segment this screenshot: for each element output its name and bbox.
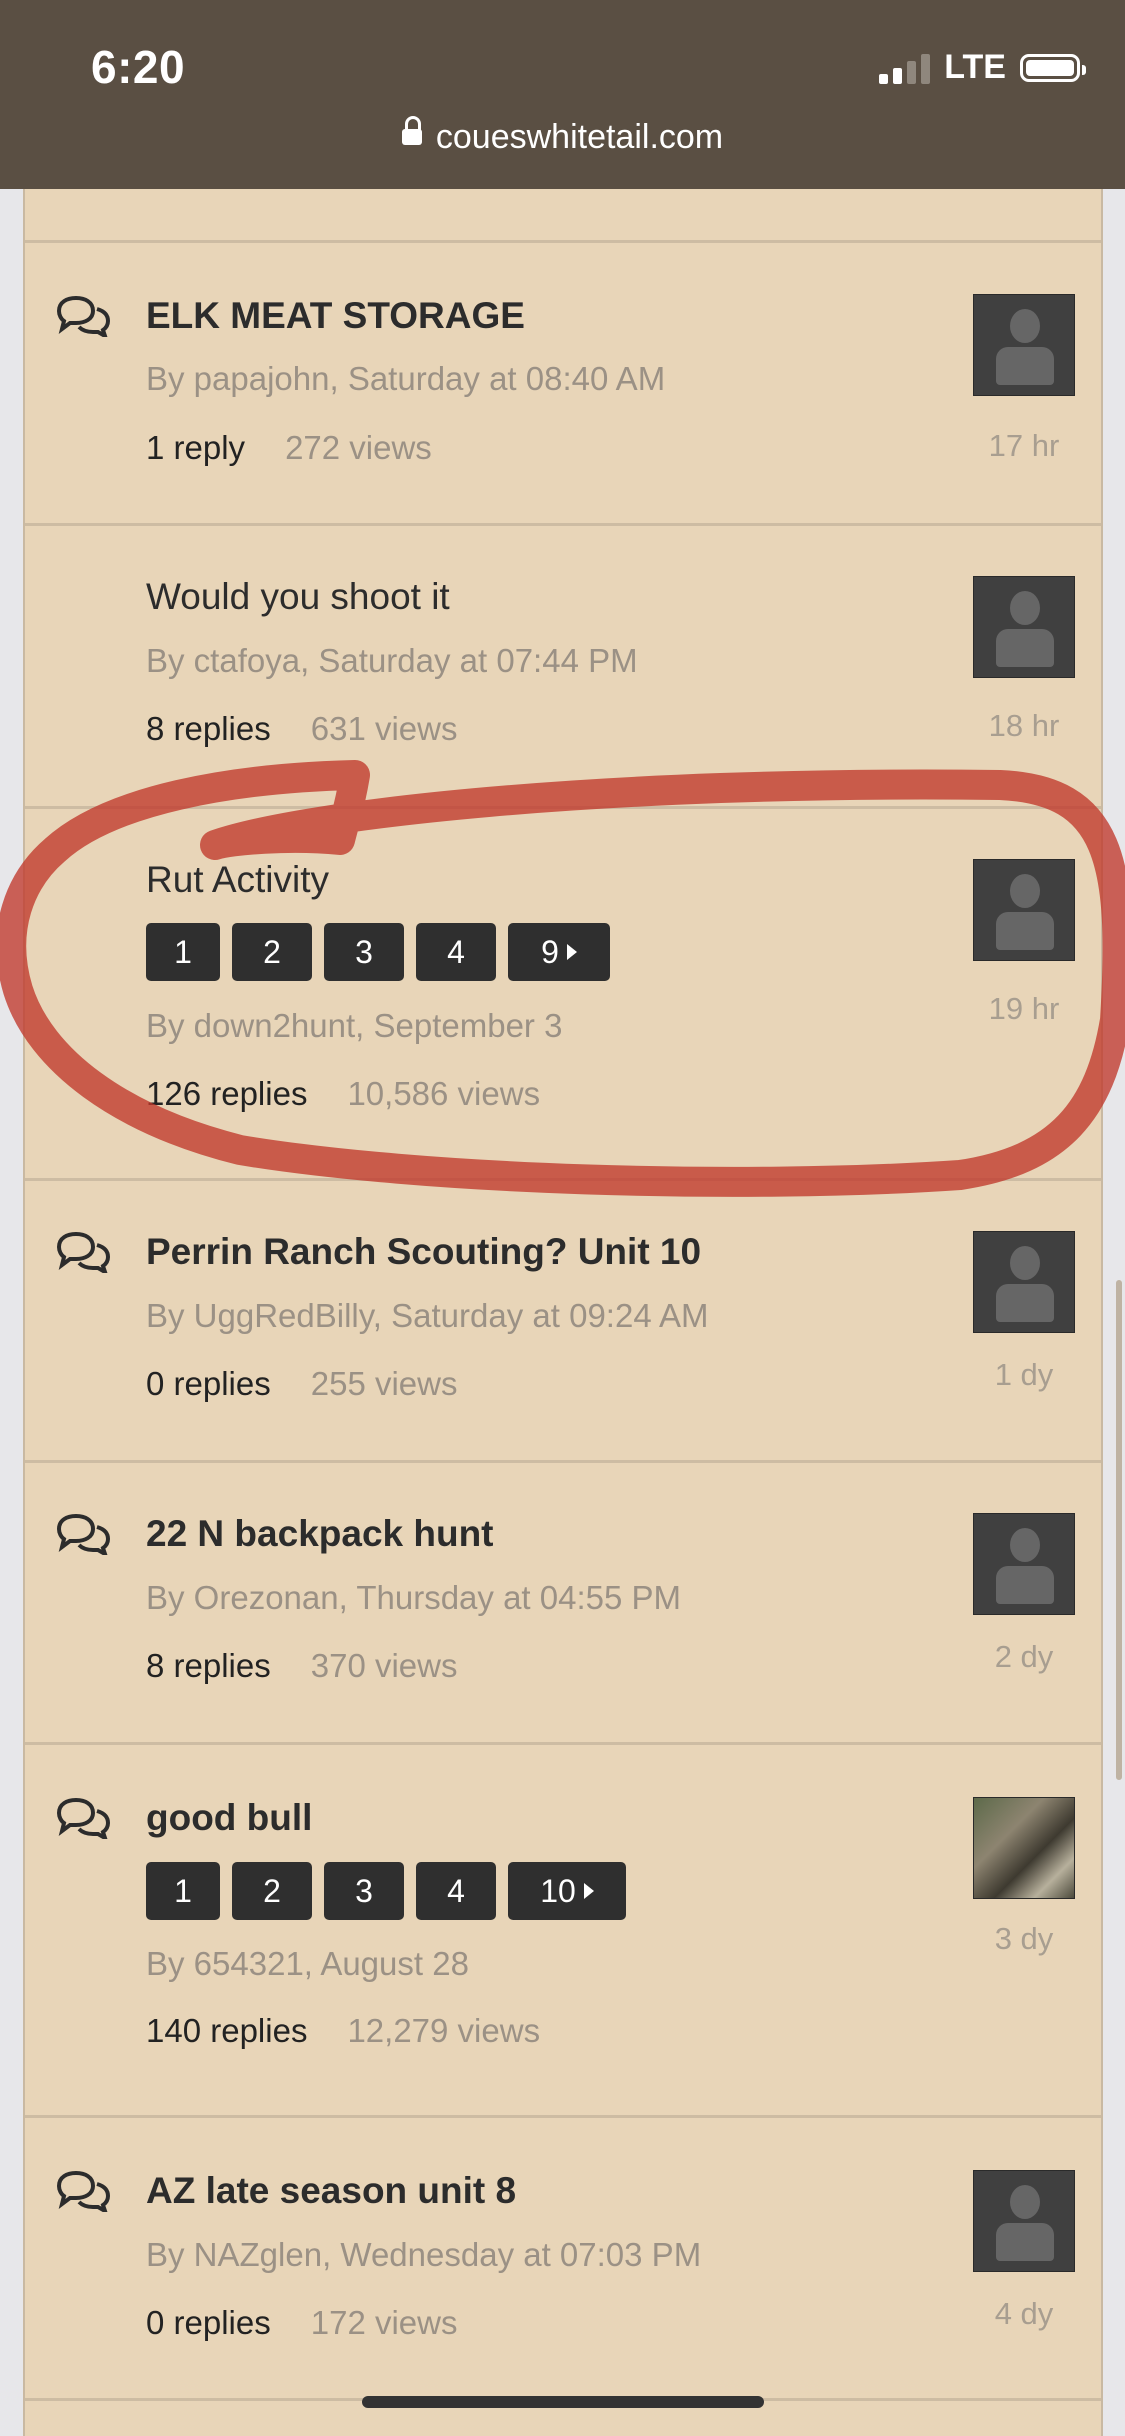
topic-row[interactable]: ELK MEAT STORAGE By papajohn, Saturday a… (25, 240, 1101, 523)
last-page-label: 10 (540, 1872, 576, 1909)
battery-icon (1020, 53, 1086, 82)
topic-meta: By NAZglen, Wednesday at 07:03 PM (146, 2236, 702, 2273)
browser-top-bar: 6:20 LTE coueswhitetail.com (0, 0, 1125, 189)
topic-meta: By Orezonan, Thursday at 04:55 PM (146, 1579, 682, 1616)
lock-icon (401, 116, 422, 146)
topic-meta: By down2hunt, September 3 (146, 1007, 563, 1044)
topic-row[interactable]: Would you shoot it By ctafoya, Saturday … (25, 523, 1101, 806)
page-button[interactable]: 2 (232, 923, 312, 981)
reply-count: 126 replies (146, 1075, 308, 1112)
network-type: LTE (944, 48, 1006, 86)
topic-stats: 8 replies 631 views (146, 710, 457, 748)
arrow-right-icon (566, 944, 577, 960)
topic-title[interactable]: Perrin Ranch Scouting? Unit 10 (146, 1231, 701, 1273)
home-indicator (362, 2396, 764, 2408)
topic-stats: 0 replies 255 views (146, 1365, 457, 1403)
topic-meta: By 654321, August 28 (146, 1945, 469, 1982)
topic-title[interactable]: AZ late season unit 8 (146, 2170, 516, 2212)
reply-count: 0 replies (146, 1365, 271, 1402)
view-count: 370 views (310, 1647, 458, 1684)
pagination: 1 2 3 4 10 (146, 1862, 626, 1920)
page-button[interactable]: 2 (232, 1862, 312, 1920)
avatar-photo[interactable] (973, 1797, 1075, 1899)
last-reply-time: 2 dy (994, 1639, 1054, 1674)
topic-meta: By papajohn, Saturday at 08:40 AM (146, 360, 666, 397)
chat-bubbles-icon (56, 295, 111, 337)
last-reply-time: 4 dy (994, 2296, 1054, 2331)
topic-title[interactable]: 22 N backpack hunt (146, 1513, 494, 1555)
page-button[interactable]: 3 (324, 923, 404, 981)
status-indicators: LTE (879, 48, 1086, 87)
page-button[interactable]: 3 (324, 1862, 404, 1920)
topic-meta: By ctafoya, Saturday at 07:44 PM (146, 642, 638, 679)
view-count: 255 views (310, 1365, 458, 1402)
topic-stats: 8 replies 370 views (146, 1647, 457, 1685)
topic-stats: 0 replies 172 views (146, 2304, 457, 2342)
topic-stats: 140 replies 12,279 views (146, 2012, 540, 2050)
topic-stats: 126 replies 10,586 views (146, 1075, 540, 1113)
page-button[interactable]: 1 (146, 1862, 220, 1920)
topic-row[interactable]: Rut Activity 1 2 3 4 9 By down2hunt, Sep… (25, 806, 1101, 1178)
arrow-right-icon (583, 1883, 594, 1899)
page-button[interactable]: 4 (416, 1862, 496, 1920)
reply-count: 8 replies (146, 1647, 271, 1684)
chat-bubbles-icon (56, 2170, 111, 2212)
chat-bubbles-icon (56, 1513, 111, 1555)
reply-count: 0 replies (146, 2304, 271, 2341)
avatar[interactable] (973, 2170, 1075, 2272)
address-bar[interactable]: coueswhitetail.com (0, 116, 1125, 157)
view-count: 631 views (310, 710, 458, 747)
topic-title[interactable]: good bull (146, 1797, 312, 1839)
scrollbar[interactable] (1116, 1280, 1122, 1780)
avatar[interactable] (973, 294, 1075, 396)
topic-title[interactable]: ELK MEAT STORAGE (146, 295, 525, 337)
last-reply-time: 19 hr (988, 991, 1060, 1026)
chat-bubbles-icon (56, 1797, 111, 1839)
avatar[interactable] (973, 1513, 1075, 1615)
view-count: 272 views (285, 429, 432, 466)
last-reply-time: 3 dy (994, 1921, 1054, 1956)
topic-title[interactable]: Rut Activity (146, 859, 329, 901)
view-count: 12,279 views (347, 2012, 541, 2049)
last-reply-time: 18 hr (988, 708, 1060, 743)
last-page-button[interactable]: 10 (508, 1862, 626, 1920)
chat-bubbles-icon (56, 1231, 111, 1273)
last-page-button[interactable]: 9 (508, 923, 610, 981)
topic-row[interactable]: good bull 1 2 3 4 10 By 654321, August 2… (25, 1742, 1101, 2115)
last-reply-time: 17 hr (988, 428, 1060, 463)
reply-count: 8 replies (146, 710, 271, 747)
topic-row[interactable]: Perrin Ranch Scouting? Unit 10 By UggRed… (25, 1178, 1101, 1460)
status-time: 6:20 (91, 41, 186, 93)
url-domain: coueswhitetail.com (435, 118, 724, 156)
page-button[interactable]: 4 (416, 923, 496, 981)
topic-row[interactable]: AZ late season unit 8 By NAZglen, Wednes… (25, 2115, 1101, 2398)
avatar[interactable] (973, 1231, 1075, 1333)
pagination: 1 2 3 4 9 (146, 923, 610, 981)
view-count: 172 views (310, 2304, 458, 2341)
view-count: 10,586 views (347, 1075, 541, 1112)
avatar[interactable] (973, 859, 1075, 961)
reply-count: 140 replies (146, 2012, 308, 2049)
topic-stats: 1 reply 272 views (146, 429, 432, 467)
reply-count: 1 reply (146, 429, 246, 466)
topic-title[interactable]: Would you shoot it (146, 576, 450, 618)
avatar[interactable] (973, 576, 1075, 678)
page-button[interactable]: 1 (146, 923, 220, 981)
topic-row[interactable]: 22 N backpack hunt By Orezonan, Thursday… (25, 1460, 1101, 1742)
last-page-label: 9 (541, 933, 559, 970)
signal-strength-icon (879, 52, 931, 84)
last-reply-time: 1 dy (994, 1357, 1054, 1392)
topic-meta: By UggRedBilly, Saturday at 09:24 AM (146, 1297, 709, 1334)
topic-list: ELK MEAT STORAGE By papajohn, Saturday a… (23, 189, 1103, 2436)
